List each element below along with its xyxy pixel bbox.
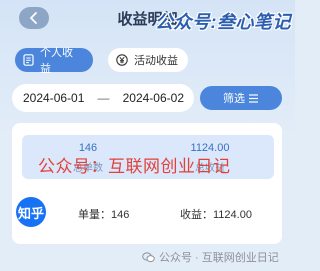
record-income: 收益：1124.00	[180, 209, 252, 221]
tab-activity-income[interactable]: 活动收益	[108, 48, 188, 72]
filter-button[interactable]: 筛选	[200, 86, 282, 110]
tab-label: 活动收益	[134, 55, 178, 67]
date-separator: —	[97, 91, 110, 105]
wechat-icon	[142, 251, 155, 263]
tab-label: 个人收益	[40, 47, 73, 75]
watermark-middle: 公众号：互联网创业日记	[38, 157, 231, 176]
watermark-bottom-text: 公众号 · 互联网创业日记	[159, 252, 279, 264]
date-range-picker[interactable]: 2024-06-01 — 2024-06-02	[12, 84, 194, 112]
zhihu-logo: 知乎	[16, 197, 46, 227]
document-icon	[23, 54, 34, 66]
yen-icon	[116, 54, 128, 66]
tab-personal-income[interactable]: 个人收益	[15, 47, 93, 75]
start-date[interactable]: 2024-06-01	[23, 91, 84, 105]
watermark-top: 公众号:叁心笔记	[155, 12, 291, 32]
menu-lines-icon	[249, 93, 258, 103]
filter-label: 筛选	[223, 93, 245, 105]
end-date[interactable]: 2024-06-02	[123, 91, 184, 105]
record-count: 单量：146	[78, 209, 130, 221]
watermark-bottom: 公众号 · 互联网创业日记	[142, 249, 279, 265]
